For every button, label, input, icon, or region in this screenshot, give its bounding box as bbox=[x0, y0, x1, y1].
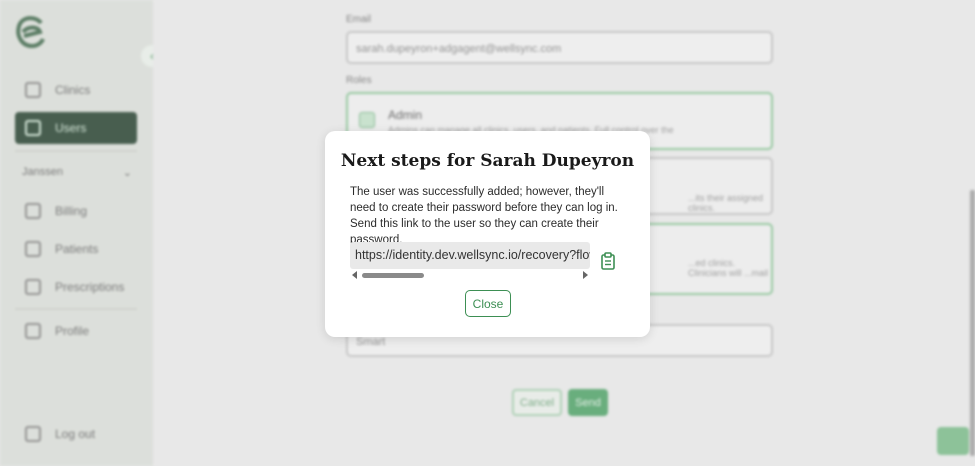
dialog-title: Next steps for Sarah Dupeyron bbox=[340, 151, 635, 171]
horizontal-scrollbar[interactable] bbox=[350, 270, 590, 280]
scroll-left-arrow-icon[interactable] bbox=[352, 271, 357, 279]
next-steps-dialog: Next steps for Sarah Dupeyron The user w… bbox=[325, 131, 650, 337]
dialog-message: The user was successfully added; however… bbox=[350, 186, 618, 246]
close-button[interactable]: Close bbox=[465, 290, 511, 317]
scrollbar-thumb[interactable] bbox=[362, 273, 424, 278]
recovery-link-container: https://identity.dev.wellsync.io/recover… bbox=[350, 242, 590, 280]
recovery-link-field[interactable]: https://identity.dev.wellsync.io/recover… bbox=[350, 242, 590, 269]
scroll-right-arrow-icon[interactable] bbox=[583, 271, 588, 279]
clipboard-icon[interactable] bbox=[600, 252, 616, 270]
